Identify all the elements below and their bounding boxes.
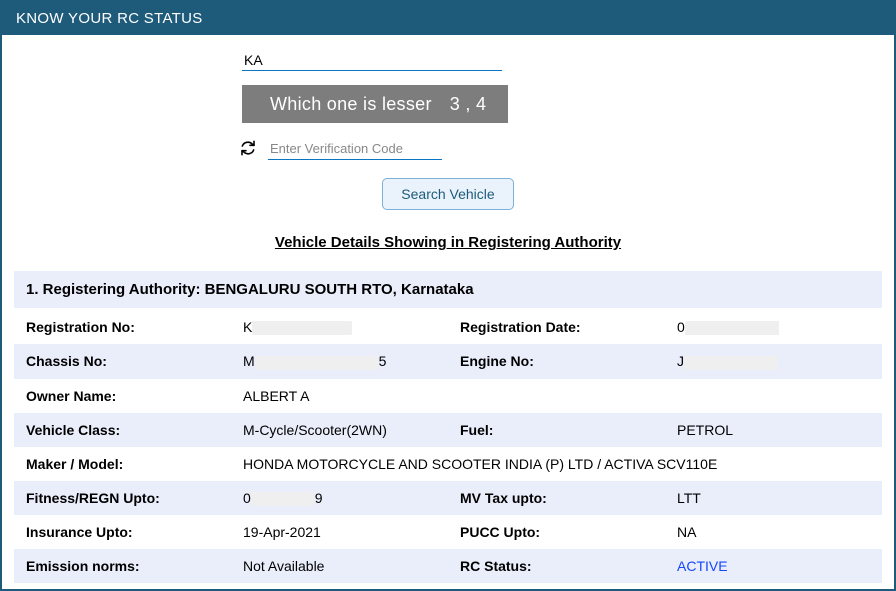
field-label: Maker / Model:: [14, 447, 231, 481]
verify-row: [238, 139, 658, 160]
table-row: Owner Name:ALBERT A: [14, 379, 882, 413]
table-row: Emission norms:Not AvailableRC Status:AC…: [14, 549, 882, 583]
verification-code-input[interactable]: [268, 139, 442, 160]
field-label: Engine No:: [448, 344, 665, 378]
field-label: Fitness/REGN Upto:: [14, 481, 231, 515]
field-value: HONDA MOTORCYCLE AND SCOOTER INDIA (P) L…: [231, 447, 882, 481]
table-row: Registration No:K.Registration Date:0.: [14, 310, 882, 344]
field-label: Registration No:: [14, 310, 231, 344]
field-label: Owner Name:: [14, 379, 231, 413]
field-label: PUCC Upto:: [448, 515, 665, 549]
captcha-numbers: 3 , 4: [450, 94, 487, 115]
field-label: Insurance Upto:: [14, 515, 231, 549]
table-row: Fitness/REGN Upto:0.9MV Tax upto:LTT: [14, 481, 882, 515]
section-title: Vehicle Details Showing in Registering A…: [20, 234, 876, 251]
rc-status-panel: KNOW YOUR RC STATUS Which one is lesser …: [0, 0, 896, 591]
field-label: MV Tax upto:: [448, 481, 665, 515]
field-value: M-Cycle/Scooter(2WN): [231, 413, 448, 447]
field-label: Emission norms:: [14, 549, 231, 583]
registration-input[interactable]: [242, 47, 502, 71]
field-label: Vehicle Class:: [14, 413, 231, 447]
captcha-question: Which one is lesser: [270, 94, 432, 115]
search-area: Which one is lesser 3 , 4 Search Vehicle: [238, 47, 658, 210]
vehicle-details-table: Registration No:K.Registration Date:0.Ch…: [14, 310, 882, 583]
search-vehicle-button[interactable]: Search Vehicle: [382, 178, 513, 210]
table-row: Chassis No:M.5Engine No:J.: [14, 344, 882, 378]
field-value: ACTIVE: [665, 549, 882, 583]
refresh-icon[interactable]: [240, 140, 256, 159]
field-value: PETROL: [665, 413, 882, 447]
field-value: NA: [665, 515, 882, 549]
field-value: LTT: [665, 481, 882, 515]
table-row: Vehicle Class:M-Cycle/Scooter(2WN)Fuel:P…: [14, 413, 882, 447]
field-value: [665, 379, 882, 413]
field-label: Fuel:: [448, 413, 665, 447]
field-value: M.5: [231, 344, 448, 378]
field-value: 0.: [665, 310, 882, 344]
field-value: Not Available: [231, 549, 448, 583]
field-label: RC Status:: [448, 549, 665, 583]
table-row: Insurance Upto:19-Apr-2021PUCC Upto:NA: [14, 515, 882, 549]
field-label: Chassis No:: [14, 344, 231, 378]
field-value: 19-Apr-2021: [231, 515, 448, 549]
field-label: Registration Date:: [448, 310, 665, 344]
field-value: K.: [231, 310, 448, 344]
table-row: Maker / Model:HONDA MOTORCYCLE AND SCOOT…: [14, 447, 882, 481]
panel-body: Which one is lesser 3 , 4 Search Vehicle…: [2, 35, 894, 589]
panel-title: KNOW YOUR RC STATUS: [2, 2, 894, 35]
field-value: ALBERT A: [231, 379, 448, 413]
field-label: [448, 379, 665, 413]
captcha-challenge: Which one is lesser 3 , 4: [242, 85, 508, 123]
field-value: J.: [665, 344, 882, 378]
registering-authority: 1. Registering Authority: BENGALURU SOUT…: [14, 271, 882, 308]
field-value: 0.9: [231, 481, 448, 515]
